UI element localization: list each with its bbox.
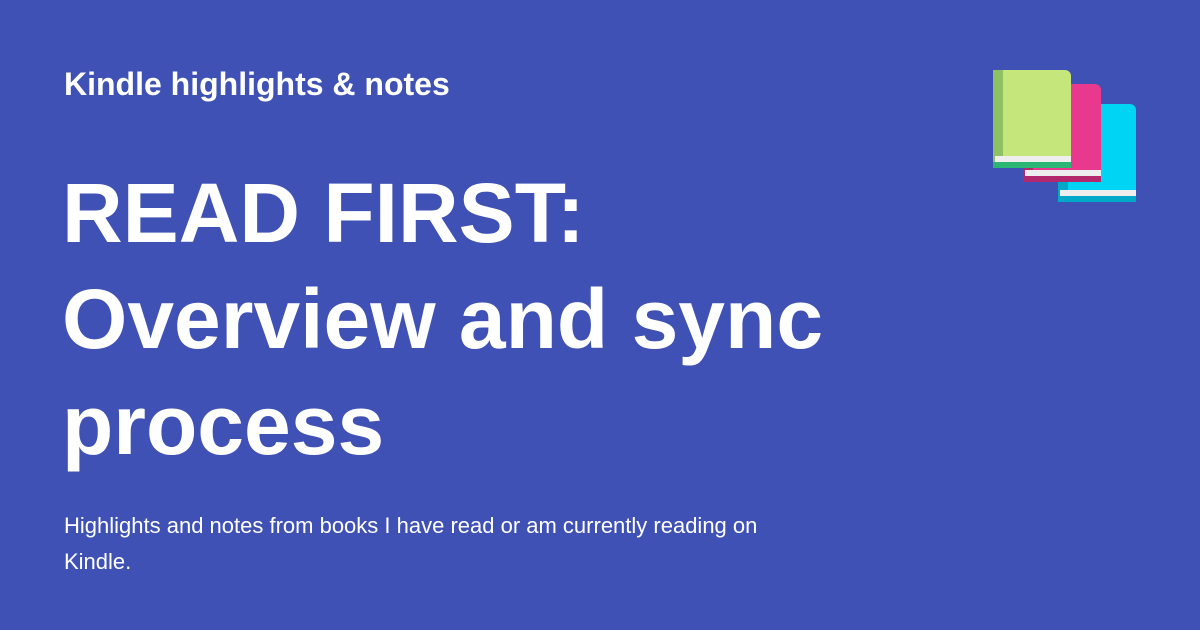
book-green bbox=[993, 70, 1071, 168]
page-title-line-1: READ FIRST: bbox=[62, 166, 585, 260]
books-icon bbox=[993, 70, 1136, 202]
page-title-line-3: process bbox=[62, 378, 385, 472]
page-description: Highlights and notes from books I have r… bbox=[64, 513, 758, 574]
site-name: Kindle highlights & notes bbox=[64, 66, 450, 102]
social-card: Kindle highlights & notes READ FIRST: Ov… bbox=[0, 0, 1200, 630]
page-title-line-2: Overview and sync bbox=[62, 272, 824, 366]
page-title: READ FIRST: Overview and sync process bbox=[62, 160, 922, 478]
